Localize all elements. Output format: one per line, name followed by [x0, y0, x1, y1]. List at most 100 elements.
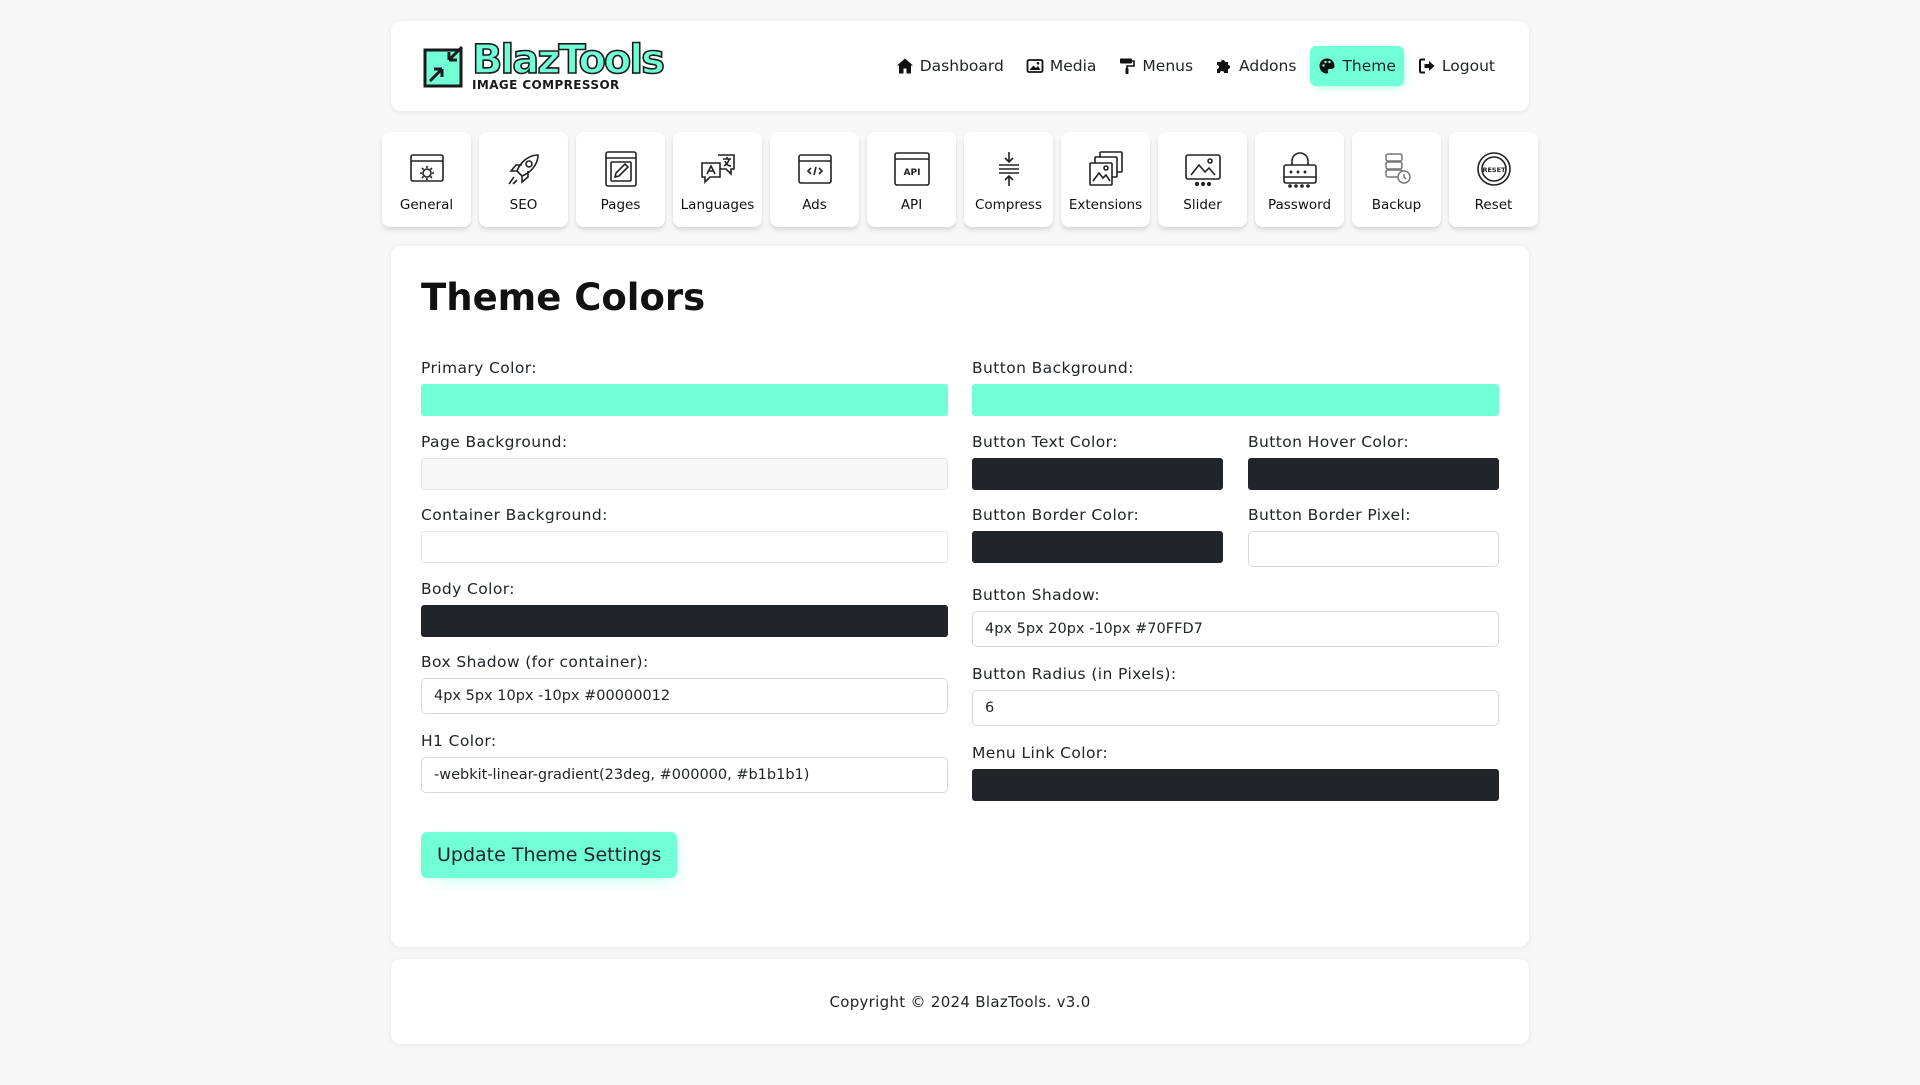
- button-border-color-input[interactable]: [972, 531, 1223, 563]
- page-background-field: Page Background:: [421, 433, 948, 490]
- copyright-text: Copyright © 2024 BlazTools. v3.0: [829, 993, 1091, 1011]
- box-shadow-label: Box Shadow (for container):: [421, 653, 649, 671]
- tile-backup-label: Backup: [1371, 197, 1422, 213]
- button-background-field: Button Background:: [972, 359, 1499, 416]
- logo-title: BlazTools: [471, 36, 666, 83]
- h1-color-input[interactable]: -webkit-linear-gradient(23deg, #000000, …: [421, 757, 948, 793]
- palette-icon: [1319, 58, 1335, 74]
- button-border-pixel-label: Button Border Pixel:: [1248, 506, 1411, 524]
- body-color-field: Body Color:: [421, 580, 948, 637]
- button-background-label: Button Background:: [972, 359, 1134, 377]
- update-theme-settings-button[interactable]: Update Theme Settings: [421, 832, 678, 878]
- image-icon: [1026, 59, 1044, 73]
- tile-pages-label: Pages: [600, 197, 641, 213]
- main-nav: Dashboard Media Menus Addons Theme Logou…: [888, 46, 1503, 86]
- api-icon: API: [893, 152, 930, 186]
- logo[interactable]: BlazTools IMAGE COMPRESSOR: [422, 36, 666, 92]
- tile-backup[interactable]: Backup: [1352, 132, 1441, 227]
- rocket-icon: [507, 154, 539, 185]
- tile-general[interactable]: General: [382, 132, 471, 227]
- button-border-pixel-input[interactable]: [1248, 531, 1499, 567]
- tile-general-label: General: [399, 197, 454, 213]
- button-border-color-label: Button Border Color:: [972, 506, 1140, 524]
- tile-ads-label: Ads: [802, 197, 827, 213]
- tile-ads[interactable]: Ads: [770, 132, 859, 227]
- tile-slider-label: Slider: [1183, 197, 1222, 213]
- button-shadow-input[interactable]: 4px 5px 20px -10px #70FFD7: [972, 611, 1499, 647]
- svg-text:RESET: RESET: [1482, 166, 1506, 174]
- button-text-color-label: Button Text Color:: [972, 433, 1118, 451]
- tile-pages[interactable]: Pages: [576, 132, 665, 227]
- nav-dashboard[interactable]: Dashboard: [888, 46, 1012, 86]
- puzzle-icon: [1217, 60, 1231, 73]
- menu-link-color-input[interactable]: [972, 769, 1499, 801]
- page-background-input[interactable]: [421, 458, 948, 490]
- backup-icon: [1384, 153, 1411, 184]
- button-hover-color-label: Button Hover Color:: [1248, 433, 1410, 451]
- button-hover-color-field: Button Hover Color:: [1248, 433, 1499, 490]
- nav-media-label: Media: [1049, 57, 1097, 75]
- tile-reset-label: Reset: [1474, 197, 1513, 213]
- logo-subtitle: IMAGE COMPRESSOR: [472, 77, 620, 92]
- tile-api[interactable]: API API: [867, 132, 956, 227]
- h1-color-field: H1 Color: -webkit-linear-gradient(23deg,…: [421, 732, 948, 793]
- primary-color-field: Primary Color:: [421, 359, 948, 416]
- nav-addons-label: Addons: [1239, 57, 1297, 75]
- nav-theme-label: Theme: [1342, 57, 1396, 75]
- button-text-color-field: Button Text Color:: [972, 433, 1223, 490]
- container-background-input[interactable]: [421, 531, 948, 563]
- slider-icon: [1184, 154, 1221, 187]
- tile-compress[interactable]: Compress: [964, 132, 1053, 227]
- button-shadow-field: Button Shadow: 4px 5px 20px -10px #70FFD…: [972, 586, 1499, 647]
- box-shadow-input[interactable]: 4px 5px 10px -10px #00000012: [421, 678, 948, 714]
- tile-seo[interactable]: SEO: [479, 132, 568, 227]
- tile-api-label: API: [900, 197, 923, 213]
- nav-menus-label: Menus: [1142, 57, 1194, 75]
- settings-tiles: General SEO Pages Languages Ads API API …: [382, 132, 1538, 227]
- menu-link-color-label: Menu Link Color:: [972, 744, 1108, 762]
- button-radius-input[interactable]: 6: [972, 690, 1499, 726]
- button-radius-field: Button Radius (in Pixels): 6: [972, 665, 1499, 726]
- menu-link-color-field: Menu Link Color:: [972, 744, 1499, 801]
- tile-slider[interactable]: Slider: [1158, 132, 1247, 227]
- body-color-label: Body Color:: [421, 580, 515, 598]
- pages-icon: [604, 151, 637, 187]
- button-text-color-input[interactable]: [972, 458, 1223, 490]
- extensions-icon: [1088, 151, 1123, 186]
- compress-icon: [998, 152, 1019, 186]
- tile-compress-label: Compress: [974, 197, 1043, 213]
- nav-menus[interactable]: Menus: [1110, 46, 1201, 86]
- general-settings-icon: [409, 154, 444, 182]
- nav-media[interactable]: Media: [1018, 46, 1105, 86]
- tile-seo-label: SEO: [509, 197, 538, 213]
- paint-roller-icon: [1120, 58, 1136, 74]
- nav-addons[interactable]: Addons: [1207, 46, 1304, 86]
- tile-languages-label: Languages: [680, 197, 755, 213]
- button-hover-color-input[interactable]: [1248, 458, 1499, 490]
- tile-password-label: Password: [1267, 197, 1332, 213]
- primary-color-label: Primary Color:: [421, 359, 537, 377]
- tile-extensions-label: Extensions: [1068, 197, 1143, 213]
- tile-reset[interactable]: RESET Reset: [1449, 132, 1538, 227]
- footer: Copyright © 2024 BlazTools. v3.0: [391, 959, 1529, 1044]
- container-background-field: Container Background:: [421, 506, 948, 563]
- nav-logout-label: Logout: [1441, 57, 1495, 75]
- ads-code-icon: [797, 154, 832, 184]
- container-background-label: Container Background:: [421, 506, 608, 524]
- compress-logo-icon: [422, 43, 468, 89]
- theme-settings-panel: Theme Colors Primary Color: Page Backgro…: [391, 246, 1529, 947]
- header: BlazTools IMAGE COMPRESSOR Dashboard Med…: [391, 21, 1529, 111]
- button-background-input[interactable]: [972, 384, 1499, 416]
- page-title: Theme Colors: [421, 276, 706, 319]
- logout-icon: [1418, 58, 1435, 74]
- button-border-pixel-field: Button Border Pixel:: [1248, 506, 1499, 567]
- page-background-label: Page Background:: [421, 433, 568, 451]
- tile-extensions[interactable]: Extensions: [1061, 132, 1150, 227]
- nav-logout[interactable]: Logout: [1410, 46, 1503, 86]
- tile-languages[interactable]: Languages: [673, 132, 762, 227]
- tile-password[interactable]: Password: [1255, 132, 1344, 227]
- primary-color-input[interactable]: [421, 384, 948, 416]
- body-color-input[interactable]: [421, 605, 948, 637]
- reset-icon: RESET: [1476, 152, 1511, 186]
- nav-theme[interactable]: Theme: [1310, 46, 1404, 86]
